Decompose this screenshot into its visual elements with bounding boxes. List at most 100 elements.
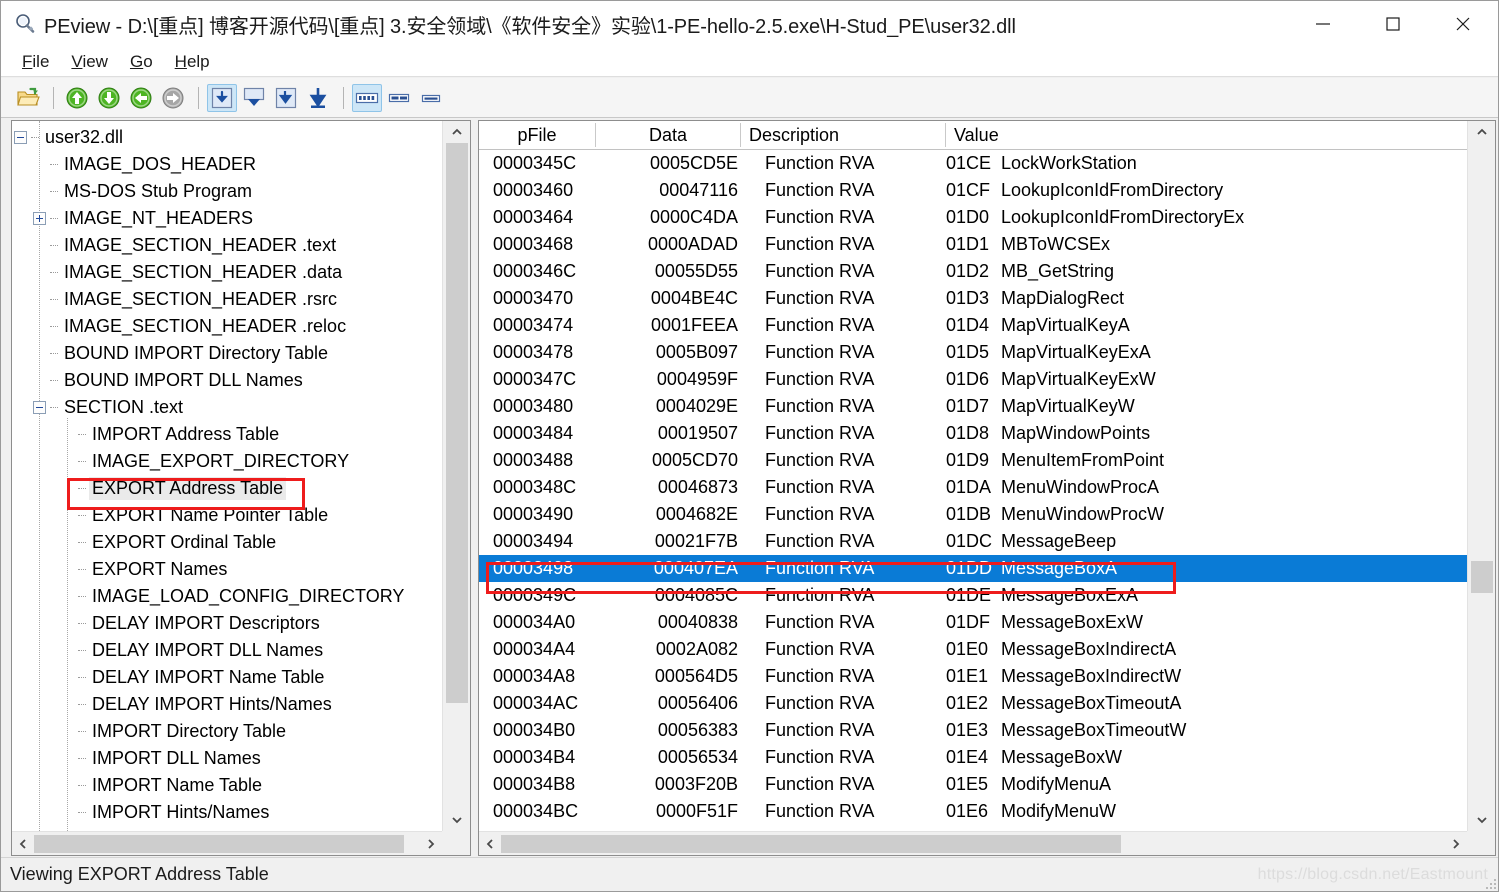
columns-two-icon[interactable]: [384, 84, 414, 112]
table-row[interactable]: 00003478 0005B097 Function RVA 01D5 MapVirtu…: [479, 339, 1467, 366]
go-up-icon[interactable]: [62, 84, 92, 112]
table-row[interactable]: 00003490 0004682E Function RVA 01DB MenuWind…: [479, 501, 1467, 528]
scroll-up-arrow-icon[interactable]: [443, 121, 470, 143]
close-button[interactable]: [1428, 1, 1498, 47]
table-row[interactable]: 0000349C 0004085C Function RVA 01DE MessageB…: [479, 582, 1467, 609]
table-row[interactable]: 000034B4 00056534 Function RVA 01E4 MessageB…: [479, 744, 1467, 771]
menu-item-file[interactable]: File: [11, 50, 60, 74]
tree-item-bound-import-dll-names[interactable]: BOUND IMPORT DLL Names: [12, 367, 442, 394]
tree-item-image-export-directory[interactable]: IMAGE_EXPORT_DIRECTORY: [12, 448, 442, 475]
scroll-up-arrow-icon[interactable]: [1468, 121, 1495, 143]
table-row[interactable]: 000034B0 00056383 Function RVA 01E3 MessageB…: [479, 717, 1467, 744]
column-header-data[interactable]: Data: [596, 123, 741, 147]
table-row[interactable]: 0000345C 0005CD5E Function RVA 01CE LockWork…: [479, 150, 1467, 177]
scroll-down-arrow-icon[interactable]: [443, 809, 470, 831]
table-row[interactable]: 00003468 0000ADAD Function RVA 01D1 MBToWCSE…: [479, 231, 1467, 258]
tree-item-import-directory-table[interactable]: IMPORT Directory Table: [12, 718, 442, 745]
tree-collapse-icon[interactable]: [14, 131, 27, 144]
tree-item-ms-dos-stub-program[interactable]: MS-DOS Stub Program: [12, 178, 442, 205]
cell-data: 0000C4DA: [649, 207, 738, 227]
column-header-description[interactable]: Description: [741, 123, 946, 147]
table-row[interactable]: 00003470 0004BE4C Function RVA 01D3 MapDialo…: [479, 285, 1467, 312]
tree-item-export-name-pointer-table[interactable]: EXPORT Name Pointer Table: [12, 502, 442, 529]
menu-item-help[interactable]: Help: [164, 50, 221, 74]
table-row[interactable]: 000034AC 00056406 Function RVA 01E2 MessageB…: [479, 690, 1467, 717]
open-file-icon[interactable]: [13, 84, 43, 112]
tree-item-import-dll-names[interactable]: IMPORT DLL Names: [12, 745, 442, 772]
view-struct-icon[interactable]: [271, 84, 301, 112]
cell-description: Function RVA: [765, 585, 875, 605]
scroll-left-arrow-icon[interactable]: [12, 832, 34, 855]
tree-item-export-ordinal-table[interactable]: EXPORT Ordinal Table: [12, 529, 442, 556]
tree-horizontal-scrollbar[interactable]: [12, 831, 442, 855]
table-row[interactable]: 00003494 00021F7B Function RVA 01DC MessageB…: [479, 528, 1467, 555]
maximize-button[interactable]: [1358, 1, 1428, 47]
resize-grip-icon[interactable]: [1484, 877, 1496, 889]
tree-item-import-address-table[interactable]: IMPORT Address Table: [12, 421, 442, 448]
tree-item-export-names[interactable]: EXPORT Names: [12, 556, 442, 583]
table-body[interactable]: 0000345C 0005CD5E Function RVA 01CE LockWork…: [479, 150, 1467, 831]
table-scroll-thumb[interactable]: [1471, 561, 1493, 593]
tree-item-delay-import-descriptors[interactable]: DELAY IMPORT Descriptors: [12, 610, 442, 637]
scroll-right-arrow-icon[interactable]: [420, 832, 442, 855]
columns-many-icon[interactable]: [352, 83, 382, 112]
table-vertical-scrollbar[interactable]: [1467, 121, 1495, 831]
table-horizontal-scrollbar[interactable]: [479, 831, 1467, 855]
table-row[interactable]: 00003484 00019507 Function RVA 01D8 MapWindo…: [479, 420, 1467, 447]
table-row[interactable]: 000034B8 0003F20B Function RVA 01E5 ModifyMe…: [479, 771, 1467, 798]
tree-item-image-section-header-reloc[interactable]: IMAGE_SECTION_HEADER .reloc: [12, 313, 442, 340]
tree-item-delay-import-name-table[interactable]: DELAY IMPORT Name Table: [12, 664, 442, 691]
table-row[interactable]: 000034A0 00040838 Function RVA 01DF MessageB…: [479, 609, 1467, 636]
go-down-icon[interactable]: [94, 84, 124, 112]
table-row[interactable]: 000034A8 000564D5 Function RVA 01E1 MessageB…: [479, 663, 1467, 690]
tree-item-import-name-table[interactable]: IMPORT Name Table: [12, 772, 442, 799]
tree-item-image-load-config-directory[interactable]: IMAGE_LOAD_CONFIG_DIRECTORY: [12, 583, 442, 610]
column-header-value[interactable]: Value: [946, 123, 1467, 147]
scroll-down-arrow-icon[interactable]: [1468, 809, 1495, 831]
table-row[interactable]: 00003498 000407EA Function RVA 01DD MessageB…: [479, 555, 1467, 582]
structure-tree[interactable]: user32.dll IMAGE_DOS_HEADER MS-DOS Stub Pr…: [12, 121, 442, 831]
tree-item-import-hints-names[interactable]: IMPORT Hints/Names: [12, 799, 442, 826]
table-row[interactable]: 00003460 00047116 Function RVA 01CF LookupIc…: [479, 177, 1467, 204]
scroll-left-arrow-icon[interactable]: [479, 832, 501, 855]
table-row[interactable]: 0000346C 00055D55 Function RVA 01D2 MB_GetSt…: [479, 258, 1467, 285]
table-row[interactable]: 0000348C 00046873 Function RVA 01DA MenuWind…: [479, 474, 1467, 501]
tree-scroll-thumb[interactable]: [446, 143, 468, 703]
tree-item-image-section-header-rsrc[interactable]: IMAGE_SECTION_HEADER .rsrc: [12, 286, 442, 313]
table-row[interactable]: 00003464 0000C4DA Function RVA 01D0 LookupIc…: [479, 204, 1467, 231]
go-forward-icon[interactable]: [158, 84, 188, 112]
tree-item-image-dos-header[interactable]: IMAGE_DOS_HEADER: [12, 151, 442, 178]
view-hex-icon[interactable]: [207, 83, 237, 112]
columns-one-icon[interactable]: [416, 84, 446, 112]
tree-hscroll-thumb[interactable]: [34, 835, 404, 853]
tree-item-delay-import-hints-names[interactable]: DELAY IMPORT Hints/Names: [12, 691, 442, 718]
tree-item-image-nt-headers[interactable]: IMAGE_NT_HEADERS: [12, 205, 442, 232]
tree-item-export-address-table[interactable]: EXPORT Address Table: [12, 475, 442, 502]
view-raw-icon[interactable]: [303, 84, 333, 112]
table-row[interactable]: 000034A4 0002A082 Function RVA 01E0 MessageB…: [479, 636, 1467, 663]
tree-connector-line: [78, 758, 86, 759]
view-text-icon[interactable]: [239, 84, 269, 112]
tree-item-section-text[interactable]: SECTION .text: [12, 394, 442, 421]
minimize-button[interactable]: [1288, 1, 1358, 47]
tree-vertical-scrollbar[interactable]: [442, 121, 470, 831]
tree-item-user32-dll[interactable]: user32.dll: [12, 124, 442, 151]
table-row[interactable]: 0000347C 0004959F Function RVA 01D6 MapVirtu…: [479, 366, 1467, 393]
menu-item-view[interactable]: View: [60, 50, 119, 74]
table-row[interactable]: 00003480 0004029E Function RVA 01D7 MapVirtu…: [479, 393, 1467, 420]
menu-item-go[interactable]: Go: [119, 50, 164, 74]
table-row[interactable]: 00003474 0001FEEA Function RVA 01D4 MapVirtu…: [479, 312, 1467, 339]
go-back-icon[interactable]: [126, 84, 156, 112]
table-row[interactable]: 00003488 0005CD70 Function RVA 01D9 MenuItem…: [479, 447, 1467, 474]
table-row[interactable]: 000034BC 0000F51F Function RVA 01E6 ModifyMe…: [479, 798, 1467, 825]
table-hscroll-thumb[interactable]: [501, 835, 1121, 853]
scroll-right-arrow-icon[interactable]: [1445, 832, 1467, 855]
column-header-pfile[interactable]: pFile: [479, 123, 596, 147]
tree-collapse-icon[interactable]: [33, 401, 46, 414]
tree-item-image-section-header-data[interactable]: IMAGE_SECTION_HEADER .data: [12, 259, 442, 286]
tree-scroll-corner: [442, 831, 470, 855]
tree-expand-icon[interactable]: [33, 212, 46, 225]
tree-item-delay-import-dll-names[interactable]: DELAY IMPORT DLL Names: [12, 637, 442, 664]
tree-item-bound-import-directory-table[interactable]: BOUND IMPORT Directory Table: [12, 340, 442, 367]
tree-item-image-section-header-text[interactable]: IMAGE_SECTION_HEADER .text: [12, 232, 442, 259]
